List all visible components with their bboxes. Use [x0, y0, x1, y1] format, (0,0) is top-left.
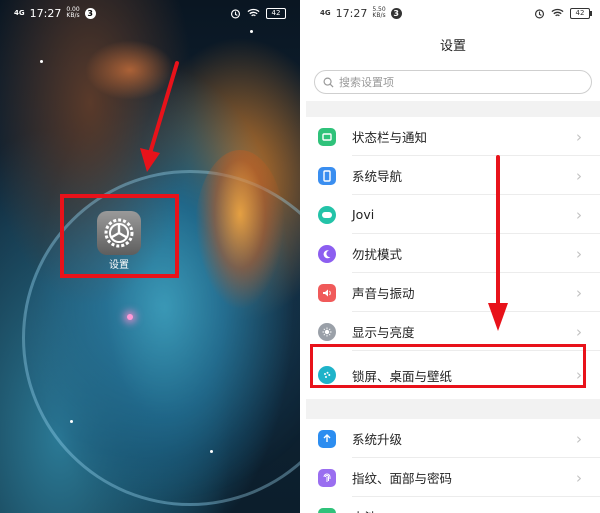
highlight-box-settings-app: [60, 194, 179, 278]
chevron-right-icon: ›: [576, 283, 582, 302]
alarm-icon: [534, 8, 545, 18]
search-placeholder: 搜索设置项: [339, 76, 394, 89]
wifi-icon: [247, 8, 260, 17]
settings-item-security[interactable]: 指纹、面部与密码 ›: [306, 458, 600, 497]
settings-item-label: 系统升级: [352, 432, 403, 447]
settings-item-navigation[interactable]: 系统导航 ›: [306, 156, 600, 195]
settings-item-jovi[interactable]: Jovi ›: [306, 195, 600, 234]
settings-item-label: 指纹、面部与密码: [352, 471, 453, 486]
system-upgrade-icon: [318, 429, 336, 448]
star: [250, 30, 253, 33]
battery-indicator: 42: [570, 7, 592, 19]
star: [40, 60, 43, 63]
status-bar: 4G 17:27 5.50 KB/s 3 42: [306, 0, 600, 26]
settings-item-sound[interactable]: 声音与振动 ›: [306, 273, 600, 312]
star-bright: [127, 314, 133, 320]
section-divider: [306, 101, 600, 117]
settings-item-label: 声音与振动: [352, 286, 415, 301]
jovi-icon: [318, 205, 336, 224]
settings-list: 状态栏与通知 › 系统导航 › Jovi › 勿扰模式 › 声音与振动 › 显示…: [306, 117, 600, 513]
battery-icon: [318, 507, 336, 513]
alarm-icon: [230, 8, 241, 18]
brightness-icon: [318, 322, 336, 341]
signal-icon: 4G: [320, 8, 331, 17]
arrow-pointer-right: [488, 155, 508, 331]
settings-item-label: 勿扰模式: [352, 247, 403, 262]
status-bar-icon: [318, 127, 336, 146]
settings-item-label: 显示与亮度: [352, 325, 415, 340]
settings-item-label: 状态栏与通知: [352, 130, 428, 145]
chevron-right-icon: ›: [576, 127, 582, 146]
star: [70, 420, 73, 423]
settings-screen: 4G 17:27 5.50 KB/s 3 42 设置 搜索设置项 状态栏与通知 …: [306, 0, 600, 513]
status-bar: 4G 17:27 0.00 KB/s 3 42: [0, 0, 300, 26]
arrow-pointer-left: [140, 61, 179, 172]
chevron-right-icon: ›: [576, 205, 582, 224]
notification-badge: 3: [390, 7, 402, 19]
settings-item-battery[interactable]: 电池 ›: [306, 497, 600, 513]
page-title: 设置: [439, 39, 466, 54]
clock: 17:27: [29, 6, 62, 20]
settings-item-label: Jovi: [352, 207, 375, 222]
wifi-icon: [551, 8, 564, 17]
sound-icon: [318, 283, 336, 302]
settings-item-label: 系统导航: [352, 169, 403, 184]
notification-badge: 3: [84, 7, 96, 19]
highlight-box-lockscreen-item: [310, 344, 586, 388]
chevron-right-icon: ›: [576, 322, 582, 341]
clock: 17:27: [335, 6, 368, 20]
net-speed: 5.50 KB/s: [372, 6, 386, 19]
signal-icon: 4G: [14, 8, 25, 17]
section-divider: [306, 399, 600, 419]
chevron-right-icon: ›: [576, 429, 582, 448]
settings-item-status-bar[interactable]: 状态栏与通知 ›: [306, 117, 600, 156]
chevron-right-icon: ›: [576, 508, 582, 513]
search-icon: [323, 77, 334, 88]
search-input[interactable]: 搜索设置项: [314, 70, 592, 94]
net-speed: 0.00 KB/s: [66, 6, 80, 19]
star: [210, 450, 213, 453]
chevron-right-icon: ›: [576, 468, 582, 487]
nebula-glow: [195, 150, 285, 310]
navigation-icon: [318, 166, 336, 185]
settings-item-do-not-disturb[interactable]: 勿扰模式 ›: [306, 234, 600, 273]
chevron-right-icon: ›: [576, 166, 582, 185]
settings-item-label: 电池: [352, 507, 377, 513]
battery-indicator: 42: [266, 7, 286, 19]
fingerprint-icon: [318, 468, 336, 487]
settings-item-system-upgrade[interactable]: 系统升级 ›: [306, 419, 600, 458]
chevron-right-icon: ›: [576, 244, 582, 263]
moon-icon: [318, 244, 336, 263]
